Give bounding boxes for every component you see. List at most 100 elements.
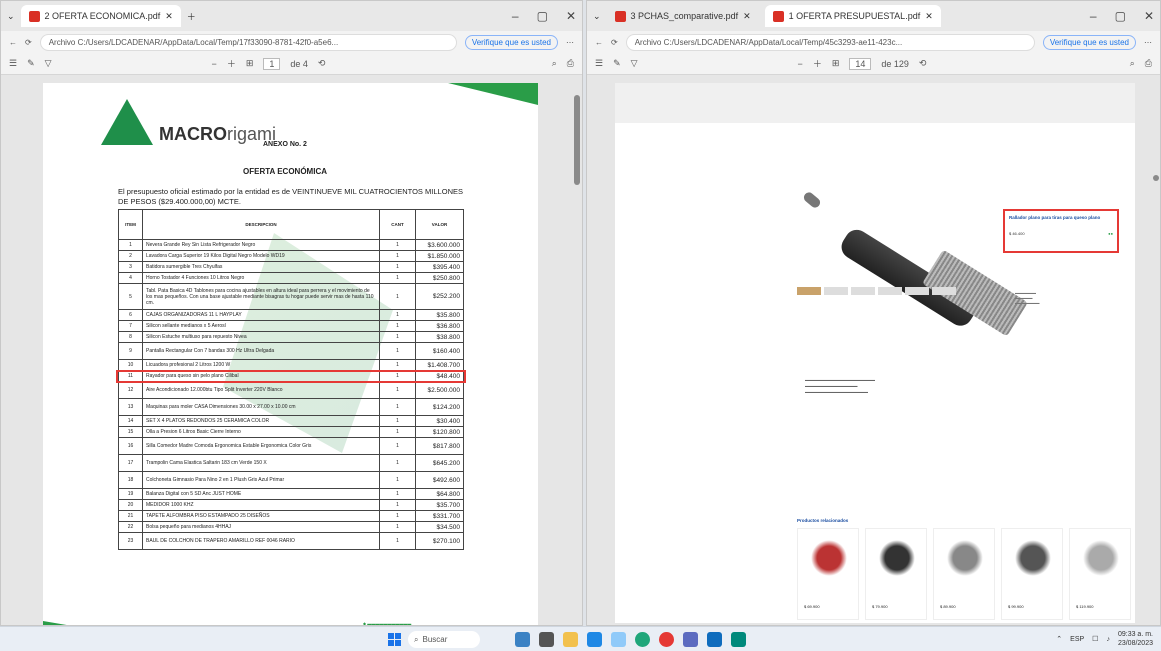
table-row: 16 Silla Comedor Madre Comoda Ergonomica … (118, 437, 464, 455)
cell-item: 20 (118, 499, 143, 511)
left-address-bar: ← ⟳ Archivo C:/Users/LDCADENAR/AppData/L… (1, 31, 582, 53)
zoom-in-icon[interactable]: ＋ (813, 57, 822, 70)
cell-val: $3.600.000 (415, 239, 464, 251)
refresh-icon[interactable]: ⟳ (611, 38, 618, 47)
rotate-icon[interactable]: ⟲ (919, 58, 927, 69)
product-card[interactable]: $ 89.900 (933, 528, 995, 620)
menu-icon[interactable]: ⋯ (566, 38, 574, 47)
thumb (932, 287, 956, 295)
search-icon[interactable]: ⌕ (552, 58, 557, 69)
save-icon[interactable]: ⎙ (567, 58, 574, 69)
close-tab-icon[interactable]: ✕ (743, 11, 751, 22)
close-tab-icon[interactable]: ✕ (925, 11, 933, 22)
window-controls: – ▢ ✕ (1090, 9, 1154, 23)
left-browser-window: ⌄ 2 OFERTA ECONOMICA.pdf ✕ ＋ – ▢ ✕ ← ⟳ A… (0, 0, 583, 626)
product-card[interactable]: $ 119.900 (1069, 528, 1131, 620)
rotate-icon[interactable]: ⟲ (318, 58, 326, 69)
left-pdf-viewer[interactable]: MACROrigami ANEXO No. 2 OFERTA ECONÓMICA… (1, 75, 582, 625)
url-text: Archivo C:/Users/LDCADENAR/AppData/Local… (48, 37, 339, 47)
left-tab-oferta[interactable]: 2 OFERTA ECONOMICA.pdf ✕ (20, 5, 181, 27)
cell-item: 6 (118, 309, 143, 321)
right-tab-1[interactable]: 3 PCHAS_comparative.pdf ✕ (607, 5, 759, 27)
cell-qty: 1 (379, 320, 416, 332)
close-window-icon[interactable]: ✕ (1144, 9, 1154, 23)
taskbar-search[interactable]: ⌕ Buscar (408, 631, 480, 648)
minimize-icon[interactable]: – (1090, 9, 1097, 23)
cell-desc: TAPETE ALFOMBRA PISO ESTAMPADO 25 DISEÑO… (142, 510, 380, 522)
highlight-icon[interactable]: ▽ (631, 58, 638, 69)
back-icon[interactable]: ← (595, 38, 603, 47)
pdf-icon (28, 10, 40, 22)
url-field[interactable]: Archivo C:/Users/LDCADENAR/AppData/Local… (625, 33, 1035, 51)
maximize-icon[interactable]: ▢ (1115, 9, 1126, 23)
cell-desc: Trampolin Cama Elastica Saltarin 183 cm … (142, 454, 380, 472)
save-icon[interactable]: ⎙ (1145, 58, 1152, 69)
cell-item: 23 (118, 532, 143, 550)
product-card[interactable]: $ 69.900 (797, 528, 859, 620)
language-icon[interactable]: ESP (1070, 636, 1084, 643)
file-explorer-icon[interactable] (563, 632, 578, 647)
mail-icon[interactable] (611, 632, 626, 647)
fit-icon[interactable]: ⊞ (832, 58, 840, 69)
minimize-icon[interactable]: – (512, 9, 519, 23)
cell-val: $35.800 (415, 309, 464, 321)
teams-icon[interactable] (683, 632, 698, 647)
table-row: 8 Silicon Estuche multiuso para repuesto … (118, 331, 464, 343)
cell-val: $331.700 (415, 510, 464, 522)
zoom-out-icon[interactable]: − (798, 59, 803, 69)
store-icon[interactable] (587, 632, 602, 647)
verify-button[interactable]: Verifique que es usted (1042, 34, 1136, 50)
table-row: 20 MEDIDOR 1000 KHZ 1 $35.700 (118, 499, 464, 511)
right-browser-window: ⌄ 3 PCHAS_comparative.pdf ✕ 1 OFERTA PRE… (586, 0, 1161, 626)
network-icon[interactable]: ☐ (1092, 635, 1098, 643)
draw-icon[interactable]: ✎ (613, 58, 621, 69)
zoom-out-icon[interactable]: − (212, 59, 217, 69)
refresh-icon[interactable]: ⟳ (25, 38, 32, 47)
anexo-heading: ANEXO No. 2 (263, 141, 307, 148)
verify-button[interactable]: Verifique que es usted (464, 34, 558, 50)
volume-icon[interactable]: ♪ (1106, 636, 1110, 643)
app-icon[interactable] (731, 632, 746, 647)
new-tab-icon[interactable]: ＋ (187, 10, 196, 23)
outlook-icon[interactable] (707, 632, 722, 647)
clock-time: 09:33 a. m. (1117, 631, 1153, 638)
back-icon[interactable]: ← (9, 38, 17, 47)
contents-icon[interactable]: ☰ (9, 58, 17, 69)
table-row: 18 Colchoneta Gimnasio Para Nino 2 en 1 P… (118, 471, 464, 489)
close-tab-icon[interactable]: ✕ (165, 11, 173, 22)
left-scrollbar-thumb[interactable] (574, 95, 580, 185)
close-window-icon[interactable]: ✕ (566, 9, 576, 23)
edge-icon[interactable] (635, 632, 650, 647)
page-number-input[interactable]: 1 (263, 57, 281, 70)
chevron-up-icon[interactable]: ⌃ (1056, 635, 1062, 643)
product-card[interactable]: $ 79.900 (865, 528, 927, 620)
menu-icon[interactable]: ⋯ (1144, 38, 1152, 47)
tab-actions-icon[interactable]: ⌄ (7, 11, 15, 22)
cell-desc: BAUL DE COLCHON DE TRAPERO AMARILLO REF … (142, 532, 380, 550)
right-tab-2[interactable]: 1 OFERTA PRESUPUESTAL.pdf ✕ (764, 5, 941, 27)
page-number-input[interactable]: 14 (849, 57, 872, 70)
right-scrollbar-thumb[interactable] (1153, 175, 1159, 181)
task-view-icon[interactable] (539, 632, 554, 647)
search-icon[interactable]: ⌕ (1130, 58, 1135, 69)
windows-start-icon[interactable] (388, 633, 401, 646)
right-pdf-viewer[interactable]: Rallador plano para tiras para queso pla… (587, 75, 1160, 625)
table-row: 6 CAJAS ORGANIZADORAS 11 L HAYPLAY 1 $35.80… (118, 309, 464, 321)
cell-qty: 1 (379, 309, 416, 321)
widgets-icon[interactable] (515, 632, 530, 647)
product-card[interactable]: $ 99.900 (1001, 528, 1063, 620)
chrome-icon[interactable] (659, 632, 674, 647)
tab-actions-icon[interactable]: ⌄ (593, 11, 601, 22)
maximize-icon[interactable]: ▢ (537, 9, 548, 23)
grater-detail-image (801, 190, 823, 210)
col-qty: CANT (379, 209, 416, 240)
url-field[interactable]: Archivo C:/Users/LDCADENAR/AppData/Local… (39, 33, 457, 51)
fit-icon[interactable]: ⊞ (246, 58, 254, 69)
draw-icon[interactable]: ✎ (27, 58, 35, 69)
contents-icon[interactable]: ☰ (595, 58, 603, 69)
highlight-icon[interactable]: ▽ (45, 58, 52, 69)
cell-qty: 1 (379, 532, 416, 550)
cell-val: $34.500 (415, 521, 464, 533)
zoom-in-icon[interactable]: ＋ (227, 57, 236, 70)
clock[interactable]: 09:33 a. m. 23/08/2023 (1118, 630, 1153, 648)
